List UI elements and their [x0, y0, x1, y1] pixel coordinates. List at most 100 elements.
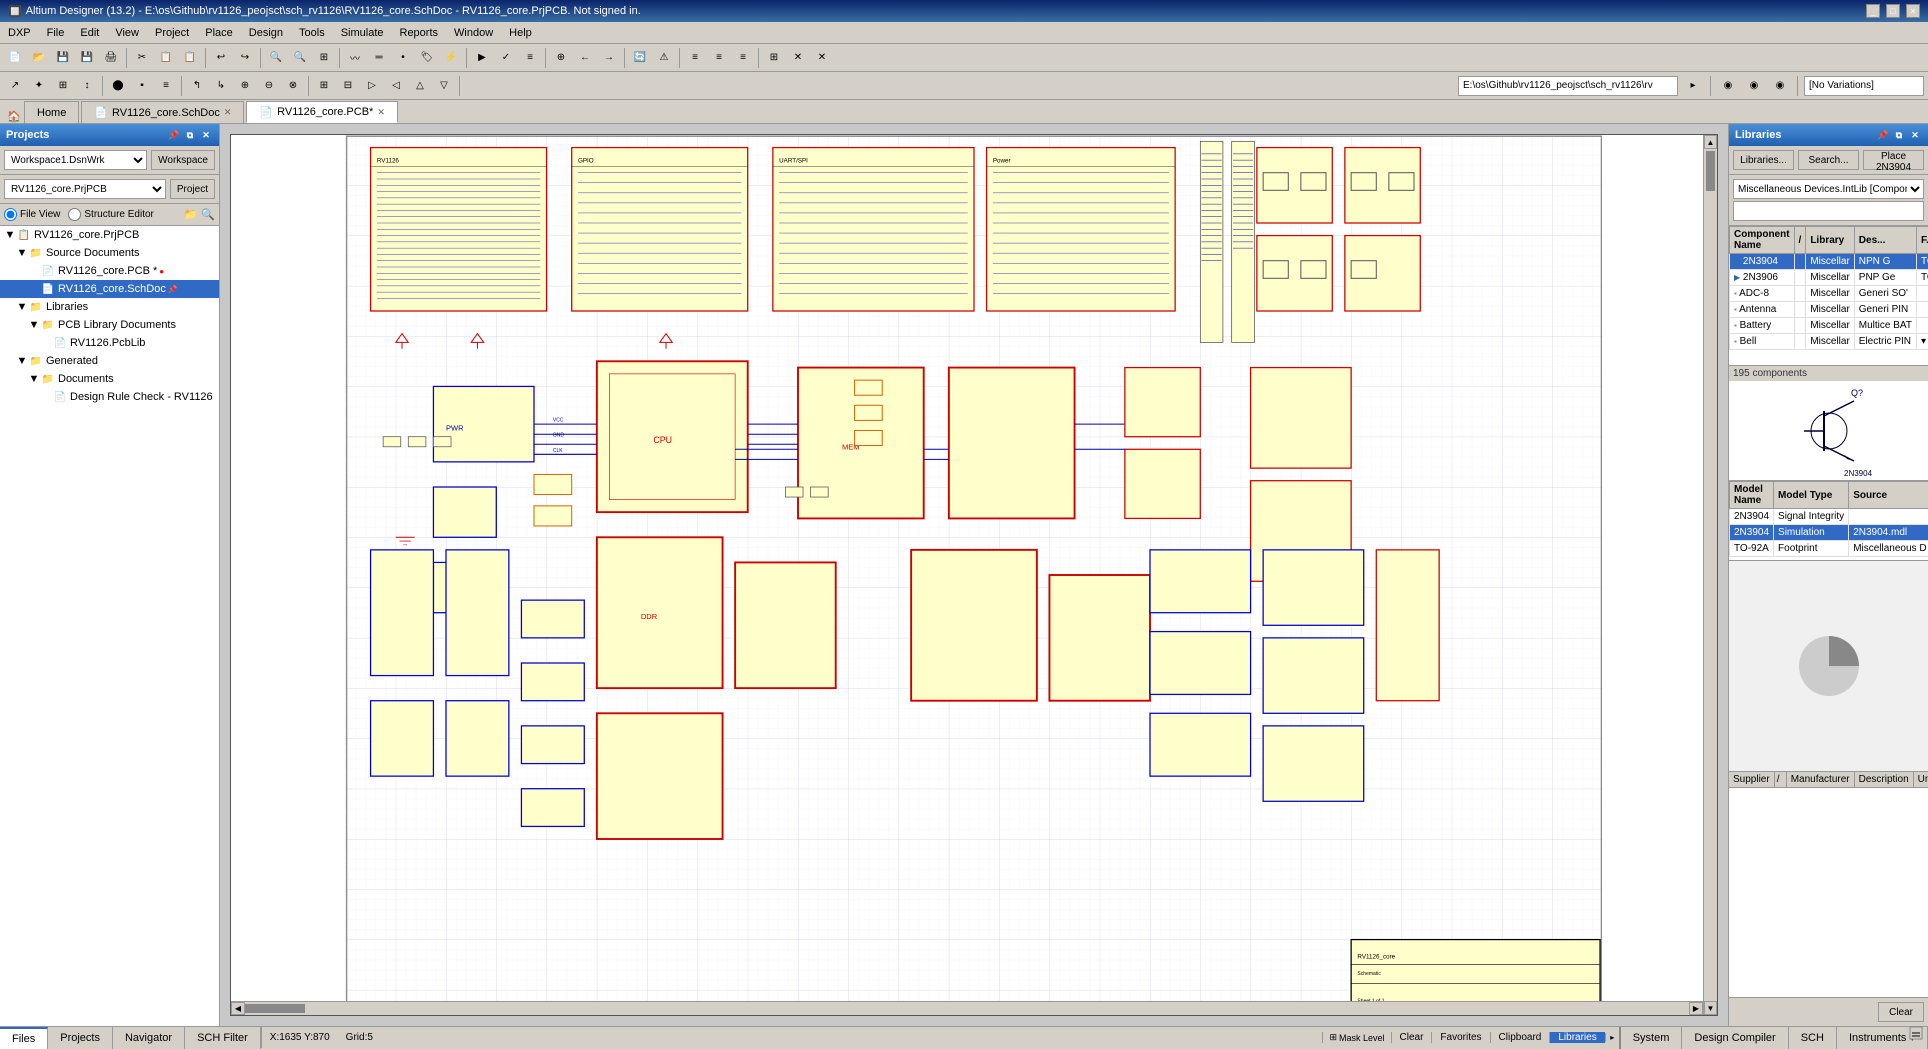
minimize-button[interactable]: _ — [1866, 4, 1880, 18]
toolbar-more2[interactable]: ≡ — [708, 47, 730, 69]
toolbar2-btn7[interactable]: ≡ — [155, 75, 177, 97]
panel-expand-btn[interactable]: ▸ — [1605, 1033, 1619, 1042]
tab-home[interactable]: Home — [24, 101, 79, 123]
model-row-si[interactable]: 2N3904 Signal Integrity — [1730, 509, 1928, 525]
library-search-input[interactable] — [1733, 201, 1924, 221]
toolbar-verify[interactable]: ✓ — [495, 47, 517, 69]
toolbar2-btn13[interactable]: ⊞ — [313, 75, 335, 97]
supplier-edit-icon[interactable] — [1908, 1025, 1924, 1044]
structure-editor-radio[interactable]: Structure Editor — [68, 208, 153, 221]
libraries-tab[interactable]: Libraries — [1549, 1032, 1604, 1043]
workspace-dropdown[interactable]: Workspace1.DsnWrk — [4, 150, 147, 170]
toolbar-netlabel[interactable]: 🏷 — [416, 47, 438, 69]
menu-project[interactable]: Project — [147, 25, 197, 41]
toolbar2-btn3[interactable]: ⊞ — [52, 75, 74, 97]
project-dropdown[interactable]: RV1126_core.PrjPCB — [4, 179, 166, 199]
toolbar2-btn1[interactable]: ↗ — [4, 75, 26, 97]
toolbar2-btn20[interactable]: ◉ — [1743, 75, 1765, 97]
maximize-button[interactable]: □ — [1886, 4, 1900, 18]
toolbar2-btn19[interactable]: ◉ — [1717, 75, 1739, 97]
comp-row-battery[interactable]: ▪ Battery Miscellar Multice BAT — [1730, 318, 1928, 334]
lib-panel-close-btn[interactable]: ✕ — [1908, 128, 1922, 142]
search-button[interactable]: Search... — [1798, 150, 1859, 170]
toolbar-cross-probe[interactable]: ⊕ — [550, 47, 572, 69]
favorites-tab[interactable]: Favorites — [1431, 1032, 1489, 1043]
libraries-button[interactable]: Libraries... — [1733, 150, 1794, 170]
comp-row-bell[interactable]: ▪ Bell Miscellar Electric PIN ▾ — [1730, 334, 1928, 350]
toolbar2-btn10[interactable]: ⊕ — [234, 75, 256, 97]
toolbar-more6[interactable]: ✕ — [811, 47, 833, 69]
close-button[interactable]: × — [1906, 4, 1920, 18]
system-tab[interactable]: System — [1621, 1027, 1683, 1049]
toolbar-open[interactable]: 📂 — [28, 47, 50, 69]
hscroll-right[interactable]: ▶ — [1689, 1002, 1703, 1015]
comp-row-antenna[interactable]: ▪ Antenna Miscellar Generi PIN — [1730, 302, 1928, 318]
toolbar-forward[interactable]: → — [598, 47, 620, 69]
tree-item-libraries[interactable]: ▼ 📁 Libraries — [0, 298, 219, 316]
toolbar-redo[interactable]: ↪ — [234, 47, 256, 69]
bottom-tab-projects[interactable]: Projects — [48, 1027, 113, 1049]
toolbar2-btn8[interactable]: ↰ — [186, 75, 208, 97]
toolbar-netlist[interactable]: ≡ — [519, 47, 541, 69]
tab-schdoc[interactable]: 📄 RV1126_core.SchDoc ✕ — [81, 101, 244, 123]
vscroll-up[interactable]: ▲ — [1704, 135, 1717, 149]
clear-status-btn[interactable]: Clear — [1391, 1032, 1432, 1043]
file-view-radio[interactable]: File View — [4, 208, 60, 221]
hscroll-left[interactable]: ◀ — [231, 1002, 245, 1015]
toolbar-update-pcb[interactable]: 🔄 — [629, 47, 651, 69]
toolbar-paste[interactable]: 📋 — [179, 47, 201, 69]
toolbar-more3[interactable]: ≡ — [732, 47, 754, 69]
tree-item-generated[interactable]: ▼ 📁 Generated — [0, 352, 219, 370]
tree-item-drc[interactable]: 📄 Design Rule Check - RV1126 — [0, 388, 219, 406]
menu-edit[interactable]: Edit — [72, 25, 107, 41]
toolbar-more1[interactable]: ≡ — [684, 47, 706, 69]
toolbar-compile[interactable]: ▶ — [471, 47, 493, 69]
variations-input[interactable] — [1804, 76, 1924, 96]
schematic-viewport[interactable]: RV1126 — [230, 134, 1718, 1016]
menu-tools[interactable]: Tools — [291, 25, 333, 41]
toolbar2-btn16[interactable]: ◁ — [385, 75, 407, 97]
tree-item-documents[interactable]: ▼ 📁 Documents — [0, 370, 219, 388]
toolbar2-btn2[interactable]: ✦ — [28, 75, 50, 97]
menu-help[interactable]: Help — [501, 25, 540, 41]
toolbar-new[interactable]: 📄 — [4, 47, 26, 69]
toolbar-zoom-out[interactable]: 🔍 — [289, 47, 311, 69]
tree-expand-pcb-lib[interactable]: ▼ — [28, 319, 40, 331]
tree-expand-lib[interactable]: ▼ — [16, 301, 28, 313]
tree-item-pcb[interactable]: 📄 RV1126_core.PCB * ● — [0, 262, 219, 280]
toolbar-zoom-in[interactable]: 🔍 — [265, 47, 287, 69]
tree-item-schdoc[interactable]: 📄 RV1126_core.SchDoc 📌 — [0, 280, 219, 298]
tree-expand-generated[interactable]: ▼ — [16, 355, 28, 367]
toolbar-undo[interactable]: ↩ — [210, 47, 232, 69]
toolbar-more4[interactable]: ⊞ — [763, 47, 785, 69]
hscroll-thumb[interactable] — [245, 1004, 305, 1013]
bottom-tab-files[interactable]: Files — [0, 1027, 48, 1049]
comp-row-2n3906[interactable]: ▶ 2N3906 Miscellar PNP Ge TO- — [1730, 270, 1928, 286]
toolbar-power[interactable]: ⚡ — [440, 47, 462, 69]
menu-view[interactable]: View — [107, 25, 147, 41]
tree-item-pcb-lib-docs[interactable]: ▼ 📁 PCB Library Documents — [0, 316, 219, 334]
toolbar2-btn6[interactable]: ▪ — [131, 75, 153, 97]
toolbar2-btn15[interactable]: ▷ — [361, 75, 383, 97]
model-row-fp[interactable]: TO-92A Footprint Miscellaneous D — [1730, 541, 1928, 557]
toolbar2-btn5[interactable]: ⬤ — [107, 75, 129, 97]
tab-pcb-close[interactable]: ✕ — [377, 107, 385, 118]
tab-schdoc-close[interactable]: ✕ — [224, 107, 232, 118]
menu-file[interactable]: File — [39, 25, 73, 41]
view-icon-1[interactable]: 📁 — [184, 208, 198, 221]
panel-pin-btn[interactable]: 📌 — [167, 128, 181, 142]
lib-panel-pin-btn[interactable]: 📌 — [1876, 128, 1890, 142]
view-icon-2[interactable]: 🔍 — [201, 208, 215, 221]
toolbar-save-all[interactable]: 💾 — [76, 47, 98, 69]
panel-close-btn[interactable]: ✕ — [199, 128, 213, 142]
toolbar2-btn18[interactable]: ▽ — [433, 75, 455, 97]
place-button[interactable]: Place 2N3904 — [1863, 150, 1924, 170]
tree-expand-project[interactable]: ▼ — [4, 229, 16, 241]
toolbar-save[interactable]: 💾 — [52, 47, 74, 69]
menu-place[interactable]: Place — [197, 25, 241, 41]
file-view-input[interactable] — [4, 208, 17, 221]
toolbar2-btn12[interactable]: ⊗ — [282, 75, 304, 97]
toolbar2-btn11[interactable]: ⊖ — [258, 75, 280, 97]
toolbar2-btn9[interactable]: ↳ — [210, 75, 232, 97]
bottom-tab-sch-filter[interactable]: SCH Filter — [185, 1027, 261, 1049]
